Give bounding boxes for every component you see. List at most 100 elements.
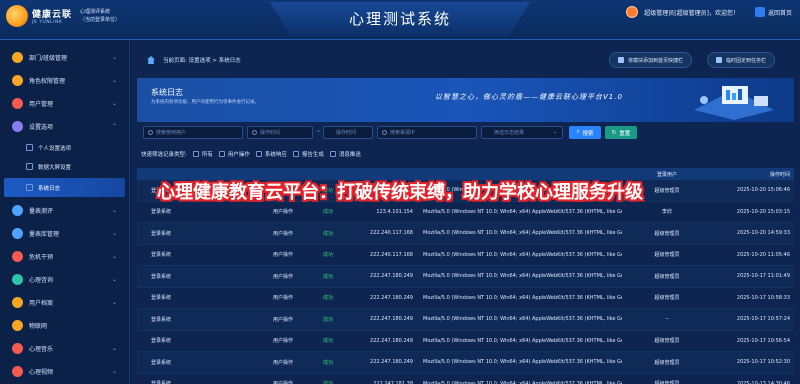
add-to-shortcut-button[interactable]: 将模块添加到首页快捷栏 xyxy=(609,52,693,68)
start-time-placeholder: 操作时间 xyxy=(260,130,281,136)
chevron-down-icon: ⌄ xyxy=(552,129,557,135)
sidebar-item-users[interactable]: 用户管理 ⌄ xyxy=(0,92,129,115)
table-row[interactable]: 登录系统 用户操作 成功 222.247.180.249 Mozilla/5.0 (Wi… xyxy=(137,288,794,309)
search-button[interactable]: ⌕ 搜索 xyxy=(569,126,601,139)
log-result-select[interactable]: 筛选日志结果 ⌄ xyxy=(481,126,563,139)
table-cell: 登录系统 xyxy=(151,359,172,366)
ip-search-input[interactable]: 搜索来源IP xyxy=(377,126,477,139)
sidebar-item-counseling[interactable]: 心理咨询 ⌄ xyxy=(0,268,129,291)
table-cell: 成功 xyxy=(322,295,333,302)
table-cell: 登录系统 xyxy=(151,273,172,280)
sidebar-item-departments[interactable]: 部门/班级管理 ⌄ xyxy=(0,46,129,69)
sidebar-item-label: 部门/班级管理 xyxy=(29,55,68,62)
sidebar-item-label: 设置选项 xyxy=(29,124,54,131)
analytics-illustration xyxy=(694,86,774,120)
table-cell: 222.247.180.249 xyxy=(370,337,413,344)
user-avatar[interactable] xyxy=(626,6,639,18)
table-row[interactable]: 登录系统用户操作成功222.247.181.38Mozilla/5.0 (Win… xyxy=(137,374,794,384)
table-cell: -- xyxy=(665,316,669,323)
table-cell: 用户操作 xyxy=(272,338,293,345)
table-cell: 用户操作 xyxy=(272,295,293,302)
column-header: 操作时间 xyxy=(769,171,790,178)
shield-icon xyxy=(12,75,23,86)
reset-button-label: 重置 xyxy=(619,130,631,137)
table-cell: 用户操作 xyxy=(197,380,297,384)
user-search-input[interactable]: 搜索使用用户 xyxy=(143,126,243,139)
calendar-icon xyxy=(252,130,257,135)
search-icon xyxy=(382,130,387,135)
type-checkbox-system[interactable]: 系统响应 xyxy=(255,150,287,158)
table-row[interactable]: 登录系统 用户操作 成功 222.247.180.249 Mozilla/5.0 (Wi… xyxy=(137,331,794,352)
chevron-down-icon: ⌄ xyxy=(111,207,117,214)
table-cell: 成功 xyxy=(322,359,333,366)
building-icon xyxy=(12,52,23,63)
table-cell: 登录系统 xyxy=(151,338,172,345)
table-cell: 用户操作 xyxy=(272,230,293,237)
reset-button[interactable]: ↻ 重置 xyxy=(605,126,637,139)
type-checkbox-report[interactable]: 报告生成 xyxy=(292,150,324,158)
table-cell: Mozilla/5.0 (Windows NT 10.0; Win64; x64… xyxy=(423,359,622,366)
start-time-input[interactable]: 操作时间 xyxy=(247,126,313,139)
back-home-button[interactable]: 返回首页 xyxy=(754,7,792,17)
search-button-label: 搜索 xyxy=(582,130,594,137)
type-option-label: 所有 xyxy=(201,152,213,158)
table-row[interactable]: 登录系统 用户操作 成功 222.240.117.168 Mozilla/5.0 (Wi… xyxy=(137,223,794,245)
sidebar-subitem-dashboard-settings[interactable]: 数据大屏设置 xyxy=(0,157,129,176)
table-cell: 2025-10-17 10:58:33 xyxy=(736,294,790,301)
sidebar-item-label: 心理视频 xyxy=(29,369,54,376)
chevron-down-icon: ⌄ xyxy=(111,299,117,306)
table-cell: 2025-10-17 10:52:30 xyxy=(736,359,790,366)
table-row[interactable]: 登录系统 用户操作 成功 222.247.180.249 Mozilla/5.0 (Wi… xyxy=(137,352,794,374)
table-cell: 登录系统 xyxy=(151,252,172,259)
table-row[interactable]: 登录系统 用户操作 成功 222.240.117.168 Mozilla/5.0 (Wi… xyxy=(137,245,794,266)
table-cell: 成功 xyxy=(322,209,333,216)
sidebar-item-iot[interactable]: 物联网 xyxy=(0,314,129,337)
table-cell: 222.247.180.249 xyxy=(370,359,413,366)
chevron-down-icon: ⌄ xyxy=(111,253,117,260)
checkbox[interactable] xyxy=(255,151,262,157)
user-icon xyxy=(26,144,33,151)
type-checkbox-user-op[interactable]: 用户操作 xyxy=(218,150,250,158)
pin-to-taskbar-button[interactable]: 临时固定到任务栏 xyxy=(707,52,776,68)
user-search-placeholder: 搜索使用用户 xyxy=(156,130,187,136)
table-cell: 成功 xyxy=(322,252,333,259)
table-row[interactable]: 登录系统 用户操作 成功 123.4.101.154 Mozilla/5.0 (Wind… xyxy=(137,202,794,223)
sidebar-subitem-personal-settings[interactable]: 个人设置选项 xyxy=(0,138,129,157)
chevron-down-icon: ⌄ xyxy=(111,100,117,107)
sidebar-item-label: 心理咨询 xyxy=(29,277,54,284)
sidebar-item-video[interactable]: 心理视频 ⌄ xyxy=(0,360,129,383)
type-filter: 快速筛选记录类型: 所有 用户操作 系统响应 报告生成 消息推送 xyxy=(141,150,361,158)
main-content: 当前页面: 设置选项 > 系统日志 将模块添加到首页快捷栏 临时固定到任务栏 系… xyxy=(131,40,800,384)
table-row[interactable]: 登录系统 用户操作 成功 222.247.180.249 Mozilla/5.0 (Wi… xyxy=(137,266,794,288)
table-cell: 登录系统 xyxy=(151,230,172,237)
table-cell: 用户操作 xyxy=(272,252,293,259)
search-icon: ⌕ xyxy=(576,129,580,135)
sidebar-item-roles[interactable]: 角色权限管理 ⌄ xyxy=(0,69,129,92)
end-time-input[interactable]: 操作时间 xyxy=(323,126,373,139)
sidebar-item-scale-library[interactable]: 量表库管理 ⌄ xyxy=(0,222,129,245)
table-cell: 登录系统 xyxy=(151,316,172,323)
sidebar-item-settings[interactable]: 设置选项 ⌃ xyxy=(0,115,129,138)
table-cell: 超级管理员 xyxy=(654,338,680,345)
type-option-label: 系统响应 xyxy=(264,152,287,158)
sidebar-item-music[interactable]: 心理音乐 ⌄ xyxy=(0,337,129,360)
sidebar-item-crisis[interactable]: 危机干预 ⌄ xyxy=(0,245,129,268)
sidebar-item-label: 物联网 xyxy=(29,323,48,330)
table-cell: 123.4.101.154 xyxy=(376,208,413,215)
table-cell: 用户操作 xyxy=(272,359,293,366)
top-header: 健康云联 JK YUNLINK 心理测评系统 （当前登录单位） 心理测试系统 超… xyxy=(0,0,800,40)
sidebar-item-label: 用户档案 xyxy=(29,300,54,307)
checkbox[interactable] xyxy=(329,151,336,157)
promo-caption: 心理健康教育云平台：打破传统束缚，助力学校心理服务升级 xyxy=(157,182,643,203)
video-icon xyxy=(12,366,23,377)
chevron-down-icon: ⌄ xyxy=(111,276,117,283)
checkbox[interactable] xyxy=(292,151,299,157)
checkbox[interactable] xyxy=(218,151,225,157)
checkbox[interactable] xyxy=(192,151,199,157)
table-cell: 超级管理员 xyxy=(654,252,680,259)
sidebar-item-user-files[interactable]: 用户档案 ⌄ xyxy=(0,291,129,314)
breadcrumb: 当前页面: 设置选项 > 系统日志 xyxy=(137,48,794,72)
type-checkbox-message[interactable]: 消息推送 xyxy=(329,150,361,158)
type-checkbox-all[interactable]: 所有 xyxy=(192,150,213,158)
table-row[interactable]: 登录系统 用户操作 成功 222.247.180.249 Mozilla/5.0 (Wi… xyxy=(137,309,794,331)
